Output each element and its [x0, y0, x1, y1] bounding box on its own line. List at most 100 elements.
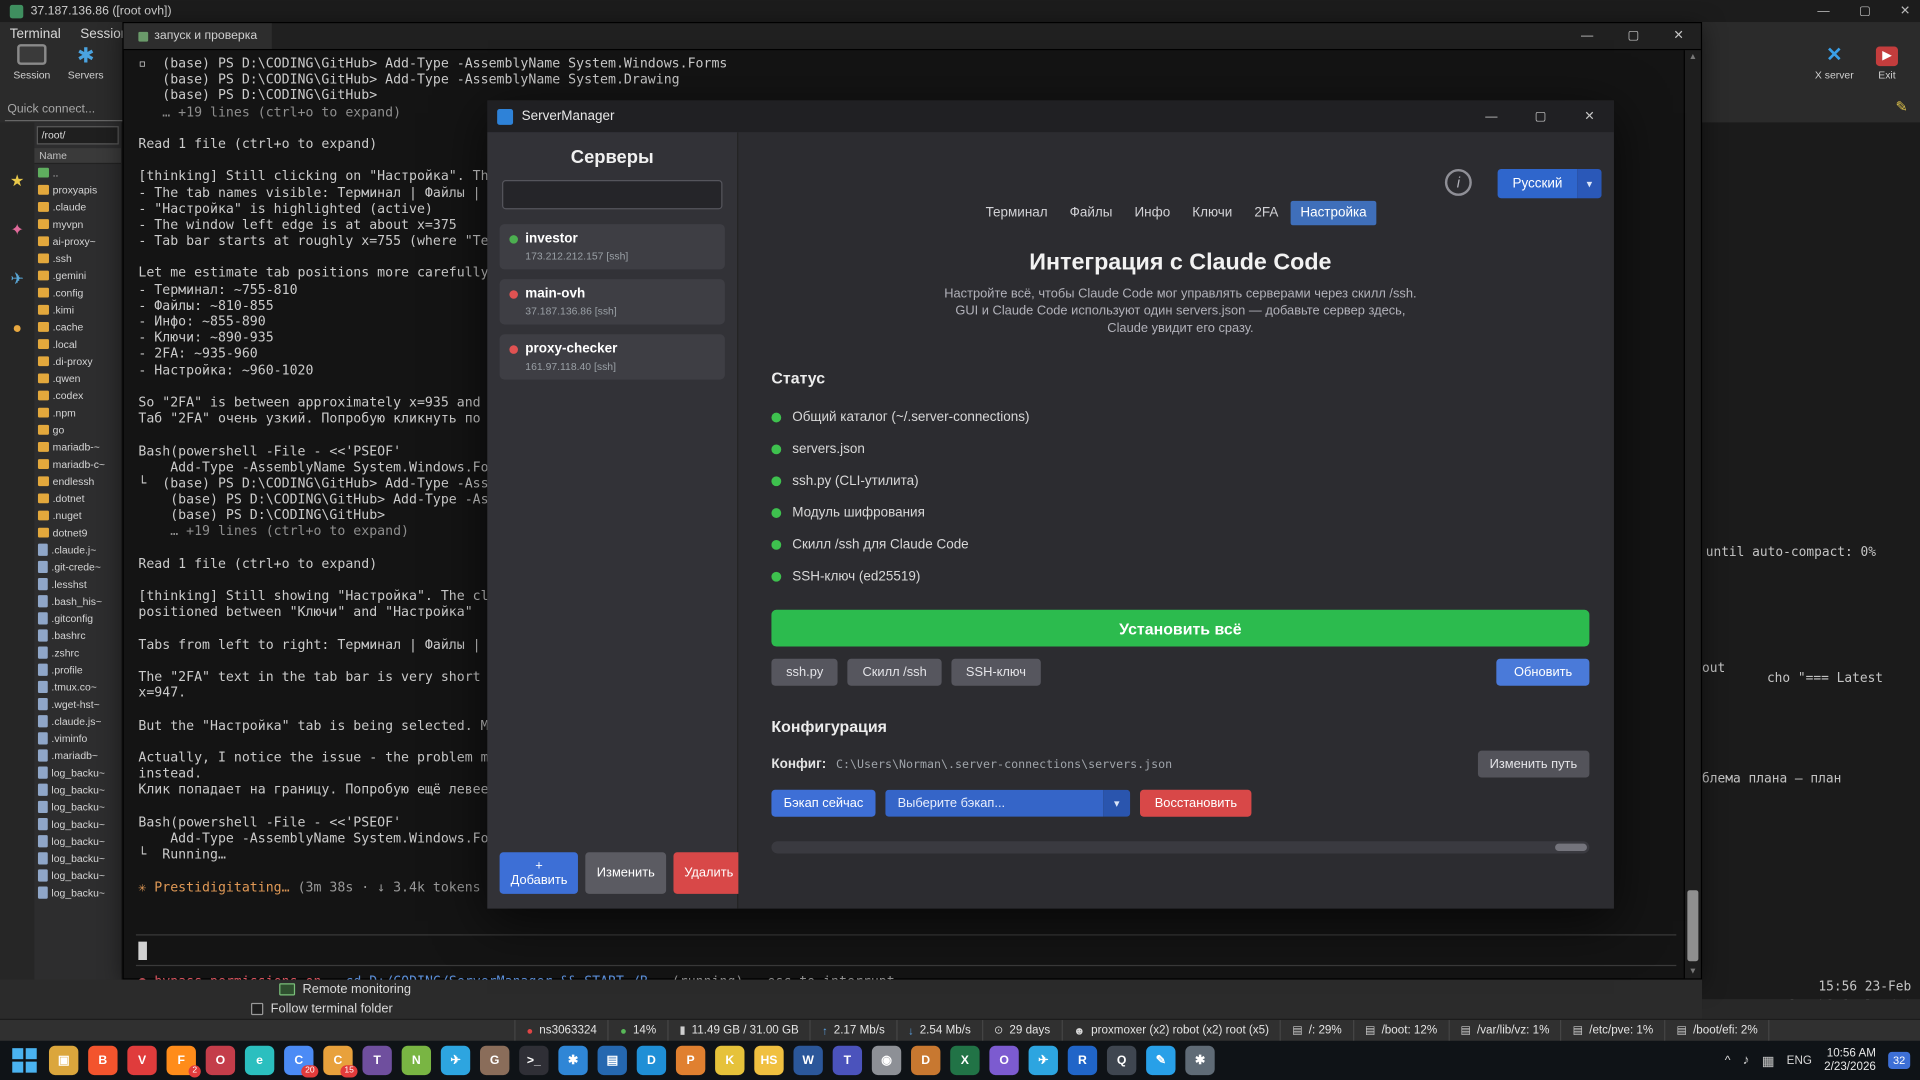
- monitor-item[interactable]: ▮ 11.49 GB / 31.00 GB: [668, 1020, 811, 1041]
- server-action-button[interactable]: Изменить: [586, 852, 666, 894]
- start-button[interactable]: [10, 1046, 39, 1075]
- file-row[interactable]: endlessh: [34, 473, 121, 490]
- notepadpp-icon[interactable]: N: [402, 1046, 431, 1075]
- vscode-icon[interactable]: ✱: [558, 1046, 587, 1075]
- file-row[interactable]: .lesshst: [34, 576, 121, 593]
- file-row[interactable]: .kimi: [34, 301, 121, 318]
- favorites-star-icon[interactable]: ★: [10, 171, 24, 191]
- tab[interactable]: 2FA: [1245, 201, 1289, 225]
- settings-icon[interactable]: ✱: [1185, 1046, 1214, 1075]
- file-explorer-icon[interactable]: ▣: [49, 1046, 78, 1075]
- servermanager-titlebar[interactable]: ServerManager — ▢ ✕: [487, 100, 1614, 132]
- server-search-input[interactable]: [502, 180, 722, 209]
- file-row[interactable]: .viminfo: [34, 730, 121, 747]
- file-row[interactable]: .zshrc: [34, 644, 121, 661]
- maximize-button[interactable]: ▢: [1859, 4, 1871, 17]
- file-row[interactable]: .codex: [34, 387, 121, 404]
- file-row[interactable]: log_backu~: [34, 833, 121, 850]
- vivaldi-icon[interactable]: V: [127, 1046, 156, 1075]
- terminal-scrollbar[interactable]: ▲ ▼: [1684, 50, 1701, 978]
- opera-icon[interactable]: O: [206, 1046, 235, 1075]
- brave-icon[interactable]: B: [88, 1046, 117, 1075]
- scroll-down-icon[interactable]: ▼: [1685, 967, 1701, 976]
- file-row[interactable]: .bashrc: [34, 627, 121, 644]
- file-row[interactable]: ai-proxy~: [34, 233, 121, 250]
- file-row[interactable]: log_backu~: [34, 884, 121, 901]
- chrome-beta-icon[interactable]: C 15: [323, 1046, 352, 1075]
- telegram-icon[interactable]: ✈: [441, 1046, 470, 1075]
- file-row[interactable]: myvpn: [34, 216, 121, 233]
- file-row[interactable]: dotnet9: [34, 524, 121, 541]
- remote-monitoring-toggle[interactable]: Remote monitoring: [279, 982, 411, 997]
- notification-count-badge[interactable]: 32: [1888, 1052, 1910, 1069]
- file-row[interactable]: .bash_his~: [34, 593, 121, 610]
- obsidian-icon[interactable]: O: [989, 1046, 1018, 1075]
- servers-button[interactable]: ✱ Servers: [61, 44, 110, 81]
- monitor-item[interactable]: ▤ /etc/pve: 1%: [1562, 1020, 1666, 1041]
- monitor-item[interactable]: ↑ 2.17 Mb/s: [811, 1020, 897, 1041]
- file-row[interactable]: .npm: [34, 404, 121, 421]
- file-row[interactable]: log_backu~: [34, 798, 121, 815]
- session-button[interactable]: Session: [7, 44, 56, 81]
- tab[interactable]: Инфо: [1125, 201, 1180, 225]
- monitor-item[interactable]: ▤ /var/lib/vz: 1%: [1449, 1020, 1561, 1041]
- file-row[interactable]: .tmux.co~: [34, 678, 121, 695]
- terminal-prompt-input[interactable]: [136, 934, 1676, 966]
- tool-button[interactable]: Скилл /ssh: [848, 659, 942, 686]
- network-icon[interactable]: ▦: [1762, 1052, 1775, 1068]
- file-row[interactable]: log_backu~: [34, 850, 121, 867]
- file-row[interactable]: .config: [34, 284, 121, 301]
- monitor-item[interactable]: ▤ /: 29%: [1281, 1020, 1354, 1041]
- sm-minimize-button[interactable]: —: [1467, 100, 1516, 132]
- file-row[interactable]: proxyapis: [34, 181, 121, 198]
- chrome-icon[interactable]: C 20: [284, 1046, 313, 1075]
- sm-close-button[interactable]: ✕: [1565, 100, 1614, 132]
- scrollbar-thumb[interactable]: [1555, 844, 1587, 851]
- file-row[interactable]: .gitconfig: [34, 610, 121, 627]
- camera-icon[interactable]: ◉: [872, 1046, 901, 1075]
- scrollbar-thumb[interactable]: [1687, 890, 1698, 961]
- file-row[interactable]: .wget-hst~: [34, 696, 121, 713]
- theme-brush-icon[interactable]: ✦: [10, 220, 23, 240]
- dbeaver-icon[interactable]: D: [911, 1046, 940, 1075]
- monitor-item[interactable]: ● ns3063324: [514, 1020, 609, 1041]
- firefox-icon[interactable]: F 2: [167, 1046, 196, 1075]
- clock[interactable]: 10:56 AM 2/23/2026: [1824, 1047, 1876, 1074]
- file-row[interactable]: .claude.j~: [34, 541, 121, 558]
- file-row[interactable]: log_backu~: [34, 867, 121, 884]
- terminal-icon[interactable]: >_: [519, 1046, 548, 1075]
- monitor-item[interactable]: ☻ proxmoxer (x2) robot (x2) root (x5): [1062, 1020, 1281, 1041]
- tool-button[interactable]: ssh.py: [771, 659, 838, 686]
- file-row[interactable]: .gemini: [34, 267, 121, 284]
- tool-button[interactable]: SSH-ключ: [951, 659, 1040, 686]
- tray-chevron-icon[interactable]: ^: [1725, 1054, 1731, 1067]
- terminal-maximize-button[interactable]: ▢: [1628, 29, 1640, 42]
- terminal-close-button[interactable]: ✕: [1673, 29, 1683, 42]
- monitor-item[interactable]: ▤ /boot: 12%: [1354, 1020, 1449, 1041]
- server-action-button[interactable]: + Добавить: [500, 852, 579, 894]
- word-icon[interactable]: W: [793, 1046, 822, 1075]
- refresh-button[interactable]: Обновить: [1497, 659, 1590, 686]
- server-list-item[interactable]: main-ovh 37.187.136.86 [ssh]: [500, 279, 725, 324]
- file-list-header[interactable]: Name: [34, 148, 121, 164]
- file-row[interactable]: mariadb-~: [34, 438, 121, 455]
- x-server-button[interactable]: ✕ X server: [1810, 44, 1859, 81]
- tor-browser-icon[interactable]: T: [362, 1046, 391, 1075]
- gimp-icon[interactable]: G: [480, 1046, 509, 1075]
- monitor-item[interactable]: ⊙ 29 days: [983, 1020, 1062, 1041]
- excel-icon[interactable]: X: [950, 1046, 979, 1075]
- backup-select[interactable]: Выберите бэкап... ▾: [885, 790, 1130, 817]
- quick-connect-input[interactable]: Quick connect...: [5, 100, 123, 121]
- install-all-button[interactable]: Установить всё: [771, 610, 1589, 647]
- terminal-tab[interactable]: запуск и проверка: [124, 23, 272, 49]
- file-row[interactable]: .profile: [34, 661, 121, 678]
- change-path-button[interactable]: Изменить путь: [1477, 751, 1589, 778]
- language-select[interactable]: Русский ▾: [1498, 169, 1602, 198]
- server-action-button[interactable]: Удалить: [673, 852, 744, 894]
- minimize-button[interactable]: —: [1817, 4, 1829, 17]
- backup-now-button[interactable]: Бэкап сейчас: [771, 790, 875, 817]
- keyboard-layout[interactable]: ENG: [1787, 1054, 1812, 1067]
- monitor-item[interactable]: ▤ /boot/efi: 2%: [1665, 1020, 1769, 1041]
- close-button[interactable]: ✕: [1900, 4, 1910, 17]
- menu-item[interactable]: Terminal: [10, 27, 61, 42]
